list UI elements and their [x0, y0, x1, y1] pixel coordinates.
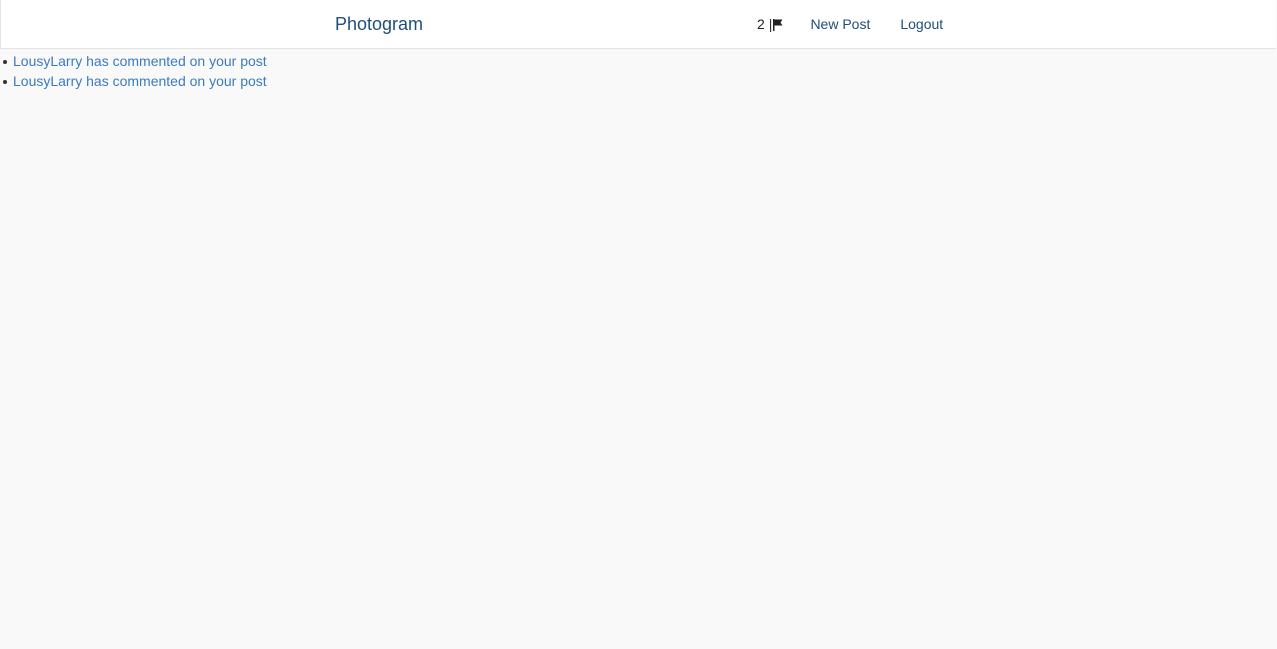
- navbar-right: 2 | New Post Logout: [757, 16, 943, 33]
- list-item: LousyLarry has commented on your post: [0, 71, 267, 91]
- notification-link[interactable]: LousyLarry has commented on your post: [13, 53, 267, 69]
- notification-link[interactable]: LousyLarry has commented on your post: [13, 73, 267, 89]
- list-item: LousyLarry has commented on your post: [0, 51, 267, 71]
- notification-separator: |: [768, 16, 773, 32]
- bullet-icon: [3, 80, 7, 84]
- new-post-link[interactable]: New Post: [810, 16, 870, 33]
- brand-link[interactable]: Photogram: [335, 13, 423, 35]
- logout-link[interactable]: Logout: [900, 16, 943, 33]
- bullet-icon: [3, 60, 7, 64]
- flag-icon: [773, 18, 783, 31]
- notification-count: 2: [757, 16, 765, 32]
- top-navbar: Photogram 2 | New Post Logout: [0, 0, 1276, 49]
- notifications-list: LousyLarry has commented on your post Lo…: [0, 51, 267, 91]
- notifications-link[interactable]: 2 |: [757, 16, 783, 33]
